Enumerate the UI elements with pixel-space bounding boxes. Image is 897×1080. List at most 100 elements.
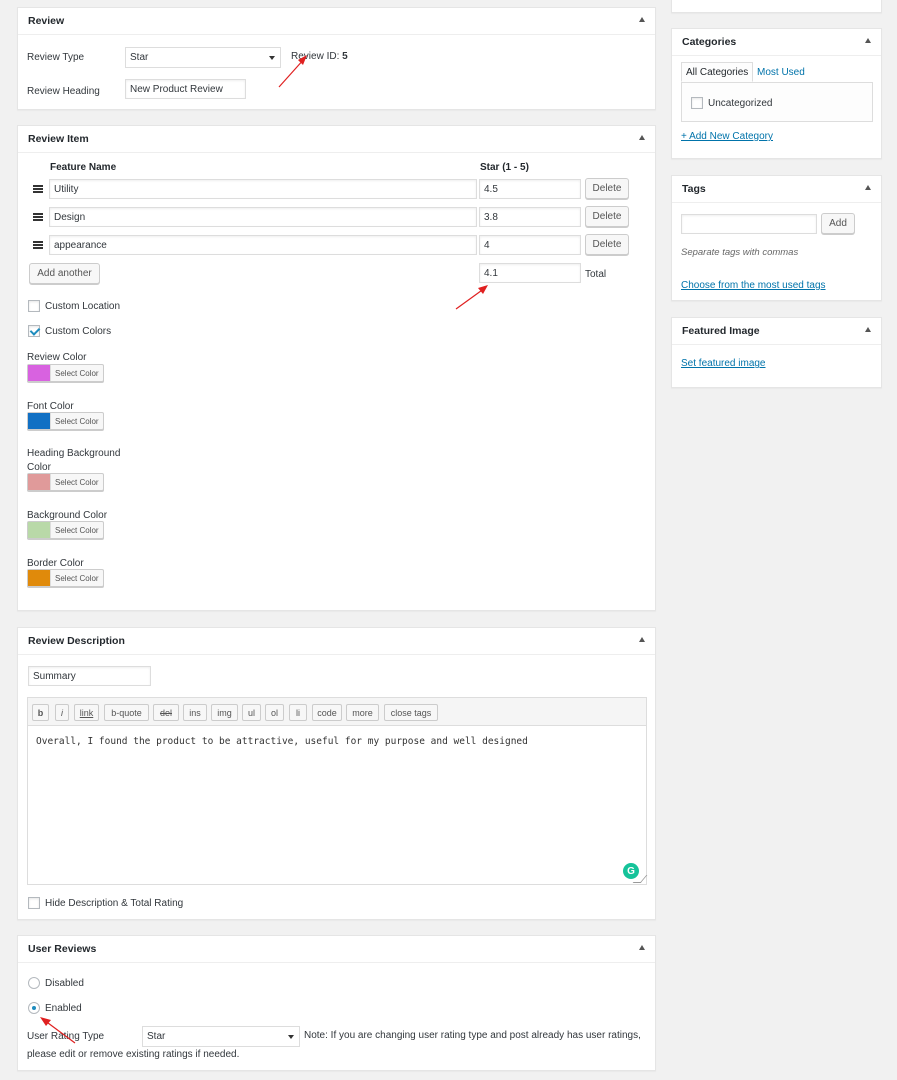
hide-description-checkbox[interactable] xyxy=(28,897,40,909)
feature-star-input[interactable]: 4 xyxy=(479,235,581,255)
uncategorized-label[interactable]: Uncategorized xyxy=(708,98,772,109)
review-item-title: Review Item xyxy=(28,133,89,145)
delete-row-button[interactable]: Delete xyxy=(585,206,629,227)
drag-handle-icon[interactable] xyxy=(33,241,43,249)
delete-row-button[interactable]: Delete xyxy=(585,178,629,199)
select-color-label: Select Color xyxy=(50,365,103,381)
feature-name-input[interactable]: Utility xyxy=(49,179,477,199)
qt-ins-button[interactable]: ins xyxy=(183,704,207,721)
qt-more-button[interactable]: more xyxy=(346,704,379,721)
review-heading-value: New Product Review xyxy=(130,83,223,95)
qt-ul-button[interactable]: ul xyxy=(242,704,261,721)
add-new-category-link[interactable]: + Add New Category xyxy=(681,131,773,142)
disabled-radio[interactable] xyxy=(28,977,40,989)
feature-star-input[interactable]: 3.8 xyxy=(479,207,581,227)
collapse-toggle-icon[interactable] xyxy=(865,38,871,43)
feature-star-input[interactable]: 4.5 xyxy=(479,179,581,199)
featured-image-box: Featured Image Set featured image xyxy=(671,317,882,388)
qt-bold-button[interactable]: b xyxy=(32,704,49,721)
editor-textarea[interactable]: Overall, I found the product to be attra… xyxy=(28,726,646,884)
featured-image-title: Featured Image xyxy=(682,325,760,337)
hide-description-label[interactable]: Hide Description & Total Rating xyxy=(45,898,183,909)
categories-header[interactable]: Categories xyxy=(672,29,881,56)
delete-row-button[interactable]: Delete xyxy=(585,234,629,255)
tags-hint: Separate tags with commas xyxy=(681,247,799,258)
user-rating-type-select[interactable]: Star xyxy=(142,1026,300,1047)
total-rating-value: 4.1 xyxy=(484,267,498,279)
collapse-toggle-icon[interactable] xyxy=(639,135,645,140)
add-another-button[interactable]: Add another xyxy=(29,263,100,284)
tab-all-categories-label: All Categories xyxy=(686,66,749,78)
review-type-value: Star xyxy=(130,52,149,63)
user-reviews-title: User Reviews xyxy=(28,943,97,955)
user-reviews-box: User Reviews Disabled Enabled User Ratin… xyxy=(17,935,656,1071)
review-description-header[interactable]: Review Description xyxy=(18,628,655,655)
review-box-title: Review xyxy=(28,15,65,27)
feature-star-value: 4 xyxy=(484,239,490,251)
color-swatch xyxy=(28,570,50,586)
uncategorized-checkbox[interactable] xyxy=(691,97,703,109)
qt-close-tags-button[interactable]: close tags xyxy=(384,704,438,721)
drag-handle-icon[interactable] xyxy=(33,213,43,221)
font-color-label: Font Color xyxy=(27,401,74,412)
custom-colors-checkbox[interactable] xyxy=(28,325,40,337)
review-heading-input[interactable]: New Product Review xyxy=(125,79,246,99)
font-color-picker[interactable]: Select Color xyxy=(27,412,104,430)
custom-location-label[interactable]: Custom Location xyxy=(45,301,120,312)
editor: b i link b-quote del ins img ul ol li co… xyxy=(27,697,648,885)
custom-colors-label[interactable]: Custom Colors xyxy=(45,326,111,337)
summary-input[interactable]: Summary xyxy=(28,666,151,686)
qt-link-button[interactable]: link xyxy=(74,704,99,721)
user-reviews-header[interactable]: User Reviews xyxy=(18,936,655,963)
drag-handle-icon[interactable] xyxy=(33,185,43,193)
review-box-header[interactable]: Review xyxy=(18,8,655,35)
add-tag-button[interactable]: Add xyxy=(821,213,855,234)
qt-del-button[interactable]: del xyxy=(153,704,179,721)
set-featured-image-link[interactable]: Set featured image xyxy=(681,358,766,369)
choose-most-used-tags-link[interactable]: Choose from the most used tags xyxy=(681,280,826,291)
select-color-label: Select Color xyxy=(50,570,103,586)
disabled-label[interactable]: Disabled xyxy=(45,978,84,989)
tab-all-categories[interactable]: All Categories xyxy=(681,62,754,82)
qt-code-button[interactable]: code xyxy=(312,704,342,721)
color-swatch xyxy=(28,413,50,429)
custom-location-checkbox[interactable] xyxy=(28,300,40,312)
review-color-picker[interactable]: Select Color xyxy=(27,364,104,382)
select-color-label: Select Color xyxy=(50,413,103,429)
categories-title: Categories xyxy=(682,36,737,48)
collapse-toggle-icon[interactable] xyxy=(639,637,645,642)
collapse-toggle-icon[interactable] xyxy=(639,17,645,22)
annotation-arrow-review-id xyxy=(278,55,307,88)
border-color-picker[interactable]: Select Color xyxy=(27,569,104,587)
collapse-toggle-icon[interactable] xyxy=(639,945,645,950)
total-rating-input[interactable]: 4.1 xyxy=(479,263,581,283)
qt-ol-button[interactable]: ol xyxy=(265,704,284,721)
color-swatch xyxy=(28,365,50,381)
background-color-picker[interactable]: Select Color xyxy=(27,521,104,539)
feature-name-input[interactable]: appearance xyxy=(49,235,477,255)
heading-background-color-picker[interactable]: Select Color xyxy=(27,473,104,491)
review-type-label: Review Type xyxy=(27,52,85,63)
review-color-label: Review Color xyxy=(27,352,87,363)
enabled-radio[interactable] xyxy=(28,1002,40,1014)
feature-name-input[interactable]: Design xyxy=(49,207,477,227)
review-type-select[interactable]: Star xyxy=(125,47,281,68)
tags-input[interactable] xyxy=(681,214,817,234)
total-label: Total xyxy=(585,269,607,280)
qt-li-button[interactable]: li xyxy=(289,704,307,721)
collapse-toggle-icon[interactable] xyxy=(865,327,871,332)
enabled-label[interactable]: Enabled xyxy=(45,1003,82,1014)
qt-img-button[interactable]: img xyxy=(211,704,238,721)
select-color-label: Select Color xyxy=(50,474,103,490)
tab-most-used[interactable]: Most Used xyxy=(757,67,805,78)
qt-blockquote-button[interactable]: b-quote xyxy=(104,704,149,721)
tags-header[interactable]: Tags xyxy=(672,176,881,203)
review-item-header[interactable]: Review Item xyxy=(18,126,655,153)
review-description-box: Review Description Summary b i link b-qu… xyxy=(17,627,656,920)
feature-star-value: 4.5 xyxy=(484,183,498,195)
qt-italic-button[interactable]: i xyxy=(55,704,69,721)
collapse-toggle-icon[interactable] xyxy=(865,185,871,190)
feature-name-value: Utility xyxy=(54,183,79,195)
feature-name-value: Design xyxy=(54,211,86,223)
featured-image-header[interactable]: Featured Image xyxy=(672,318,881,345)
